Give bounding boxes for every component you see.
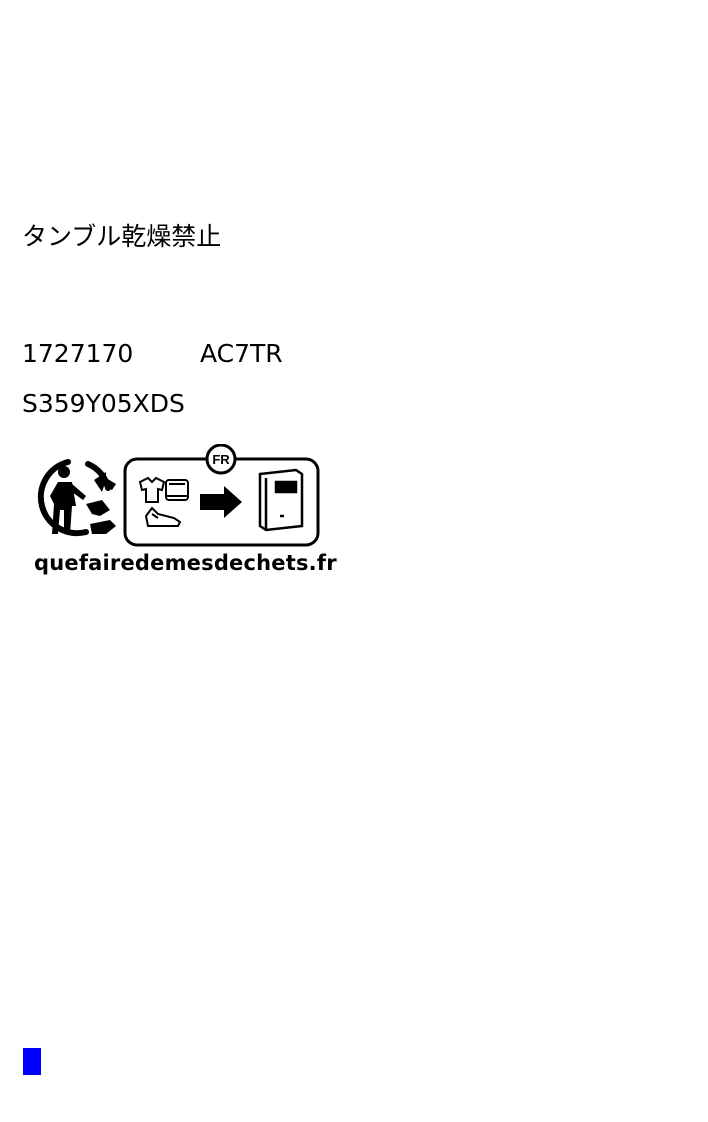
color-marker — [23, 1048, 41, 1075]
product-code-b: AC7TR — [200, 339, 283, 368]
product-code-row: 1727170 AC7TR — [22, 339, 283, 369]
fr-badge: FR — [212, 452, 230, 467]
recycle-arrows-icon — [86, 472, 116, 534]
recycling-website-text: quefairedemesdechets.fr — [34, 551, 337, 575]
care-instruction-text: タンブル乾燥禁止 — [22, 222, 222, 251]
person-icon — [50, 466, 86, 534]
product-code-a: 1727170 — [22, 339, 134, 368]
style-code-text: S359Y05XDS — [22, 389, 185, 418]
